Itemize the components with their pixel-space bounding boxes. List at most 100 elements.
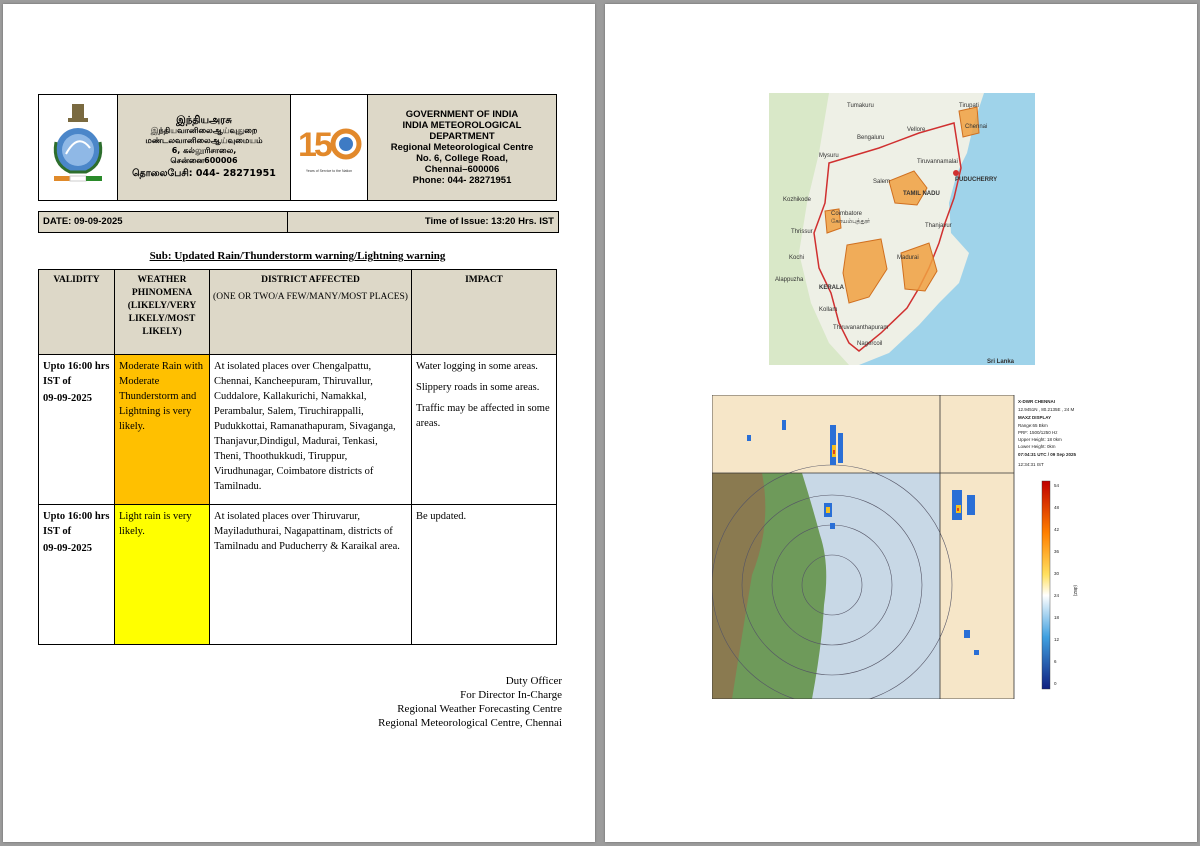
- map-label-kerala: KERALA: [819, 285, 845, 291]
- col-impact: IMPACT: [411, 269, 557, 355]
- validity-date: 09-09-2025: [43, 393, 92, 404]
- radar-upper-height: Upper Height: 18 0km: [1018, 437, 1062, 442]
- radar-scale-label: 24: [1054, 593, 1060, 598]
- signature-line: Regional Weather Forecasting Centre: [397, 703, 562, 715]
- validity-cell: Upto 16:00 hrs IST of 09-09-2025: [38, 504, 115, 645]
- impact-text: Traffic may be affected in some areas.: [416, 403, 550, 429]
- eng-centre: Regional Meteorological Centre: [390, 142, 534, 153]
- warning-table: VALIDITY WEATHER PHINOMENA (LIKELY/VERY …: [38, 269, 557, 645]
- impact-text: Water logging in some areas.: [416, 361, 538, 372]
- radar-scale-label: 48: [1054, 505, 1060, 510]
- map-label-sri-lanka: Sri Lanka: [987, 359, 1015, 365]
- tamil-dept: இந்தியவானிலைஆய்வுதுறை: [150, 126, 258, 135]
- signature-line: Duty Officer: [505, 675, 562, 687]
- map-label-thiruvananthapuram: Thiruvananthapuram: [833, 325, 888, 331]
- map-label-puducherry: PUDUCHERRY: [955, 177, 997, 183]
- phenomena-cell-orange: Moderate Rain with Moderate Thunderstorm…: [114, 354, 210, 505]
- radar-colorbar: [1041, 480, 1051, 690]
- imd-150-logo: 1 5 Years of Service to the Nation: [290, 94, 368, 201]
- validity-text: Upto 16:00 hrs IST of: [43, 361, 110, 387]
- impact-cell: Be updated.: [411, 504, 557, 645]
- imd-emblem-icon: [53, 104, 103, 182]
- logo-caption: Years of Service to the Nation: [305, 168, 353, 173]
- tamilnadu-map-graphic: Chennai Tirupati Tumakuru Bengaluru Vell…: [769, 93, 1035, 365]
- radar-scale-label: 12: [1054, 637, 1060, 642]
- map-label-chennai: Chennai: [965, 124, 987, 130]
- district-cell: At isolated places over Chengalpattu, Ch…: [209, 354, 412, 505]
- radar-unit: (dBZ): [1073, 585, 1078, 597]
- warning-page: இந்தியஅரசு இந்தியவானிலைஆய்வுதுறை மண்டலவா…: [3, 4, 595, 842]
- letterhead: இந்தியஅரசு இந்தியவானிலைஆய்வுதுறை மண்டலவா…: [38, 94, 557, 201]
- tamil-address: இந்தியஅரசு இந்தியவானிலைஆய்வுதுறை மண்டலவா…: [117, 94, 291, 201]
- radar-scale-label: 6: [1054, 659, 1057, 664]
- validity-cell: Upto 16:00 hrs IST of 09-09-2025: [38, 354, 115, 505]
- tamil-centre: மண்டலவானிலைஆய்வுமையம்: [145, 136, 263, 145]
- col-district-sub: (ONE OR TWO/A FEW/MANY/MOST PLACES): [213, 292, 408, 302]
- signature-block: Duty Officer For Director In-Charge Regi…: [378, 674, 562, 730]
- map-label-coimbatore-ta: கோயம்புத்தூர்: [831, 218, 871, 225]
- map-label-tamil-nadu: TAMIL NADU: [903, 191, 940, 197]
- col-district: DISTRICT AFFECTED (ONE OR TWO/A FEW/MANY…: [209, 269, 412, 355]
- anniversary-150-icon: 1 5: [298, 126, 362, 164]
- svg-text:5: 5: [314, 126, 333, 164]
- tamil-city: சென்னை600006: [170, 156, 238, 165]
- radar-scale-label: 18: [1054, 615, 1060, 620]
- tamil-street: 6, கல்லூரிசாலை,: [171, 146, 237, 155]
- table-row: Upto 16:00 hrs IST of 09-09-2025 Moderat…: [38, 354, 557, 505]
- warning-map: Chennai Tirupati Tumakuru Bengaluru Vell…: [769, 93, 1035, 365]
- eng-city: Chennai–600006: [424, 164, 500, 175]
- map-label-nagercoil: Nagercoil: [857, 341, 882, 347]
- imd-emblem-cell: [38, 94, 118, 201]
- date-divider: [287, 212, 288, 232]
- eng-phone: Phone: 044- 28271951: [412, 175, 512, 186]
- date-bar: DATE: 09-09-2025 Time of Issue: 13:20 Hr…: [38, 211, 559, 233]
- signature-line: For Director In-Charge: [460, 689, 562, 701]
- map-label-tiruvannamalai: Tiruvannamalai: [917, 159, 958, 165]
- radar-lower-height: Lower Height: 0km: [1018, 444, 1056, 449]
- maps-page: Chennai Tirupati Tumakuru Bengaluru Vell…: [605, 4, 1197, 842]
- radar-scale-label: 30: [1054, 571, 1060, 576]
- radar-scale-labels: 54 48 42 36 30 24 18 12 6 0: [1054, 483, 1060, 686]
- english-address: GOVERNMENT OF INDIA INDIA METEOROLOGICAL…: [367, 94, 557, 201]
- validity-text: Upto 16:00 hrs IST of: [43, 511, 110, 537]
- radar-scale-label: 36: [1054, 549, 1060, 554]
- validity-date: 09-09-2025: [43, 543, 92, 554]
- col-phenomena: WEATHER PHINOMENA (LIKELY/VERY LIKELY/MO…: [114, 269, 210, 355]
- radar-scale-label: 54: [1054, 483, 1060, 488]
- radar-ist-time: 12:34:31 IST: [1018, 462, 1044, 467]
- eng-dept: INDIA METEOROLOGICAL DEPARTMENT: [402, 120, 522, 142]
- radar-product: MAXZ DISPLAY: [1018, 415, 1051, 420]
- radar-scale-label: 42: [1054, 527, 1060, 532]
- map-label-thrissur: Thrissur: [791, 229, 813, 235]
- tamil-phone: தொலைபேசி: 044- 28271951: [132, 168, 276, 179]
- map-label-tirupati: Tirupati: [959, 103, 979, 109]
- radar-utc-time: 07:04:31 UTC / 09 Sep 2025: [1018, 452, 1077, 457]
- radar-image: X-DWR CHENNAI 12.9451N , 80.2135E , 24 M…: [712, 395, 1092, 699]
- district-cell: At isolated places over Thiruvarur, Mayi…: [209, 504, 412, 645]
- map-label-coimbatore: Coimbatore: [831, 211, 863, 217]
- eng-street: No. 6, College Road,: [416, 153, 508, 164]
- map-label-thanjavur: Thanjavur: [925, 223, 952, 229]
- issue-date: DATE: 09-09-2025: [43, 216, 123, 227]
- map-label-bengaluru: Bengaluru: [857, 135, 884, 141]
- radar-prf: PRF: 1500/1250 Hz: [1018, 430, 1058, 435]
- signature-line: Regional Meteorological Centre, Chennai: [378, 717, 562, 729]
- radar-range: Range:65 Bkm: [1018, 423, 1048, 428]
- map-label-kozhikode: Kozhikode: [783, 197, 812, 203]
- radar-coords: 12.9451N , 80.2135E , 24 M: [1018, 407, 1075, 412]
- map-label-salem: Salem: [873, 179, 890, 185]
- eng-govt: GOVERNMENT OF INDIA: [405, 109, 519, 120]
- map-label-tumakuru: Tumakuru: [847, 103, 874, 109]
- map-label-madurai: Madurai: [897, 255, 919, 261]
- map-label-vellore: Vellore: [907, 127, 926, 133]
- map-label-mysuru: Mysuru: [819, 153, 839, 159]
- issue-time: Time of Issue: 13:20 Hrs. IST: [424, 216, 554, 227]
- col-validity: VALIDITY: [38, 269, 115, 355]
- impact-cell: Water logging in some areas. Slippery ro…: [411, 354, 557, 505]
- map-label-kochi: Kochi: [789, 255, 804, 261]
- map-label-alappuzha: Alappuzha: [775, 277, 804, 283]
- table-row: Upto 16:00 hrs IST of 09-09-2025 Light r…: [38, 504, 557, 645]
- impact-text: Slippery roads in some areas.: [416, 382, 540, 393]
- phenomena-cell-yellow: Light rain is very likely.: [114, 504, 210, 645]
- radar-graphic: X-DWR CHENNAI 12.9451N , 80.2135E , 24 M…: [712, 395, 1078, 699]
